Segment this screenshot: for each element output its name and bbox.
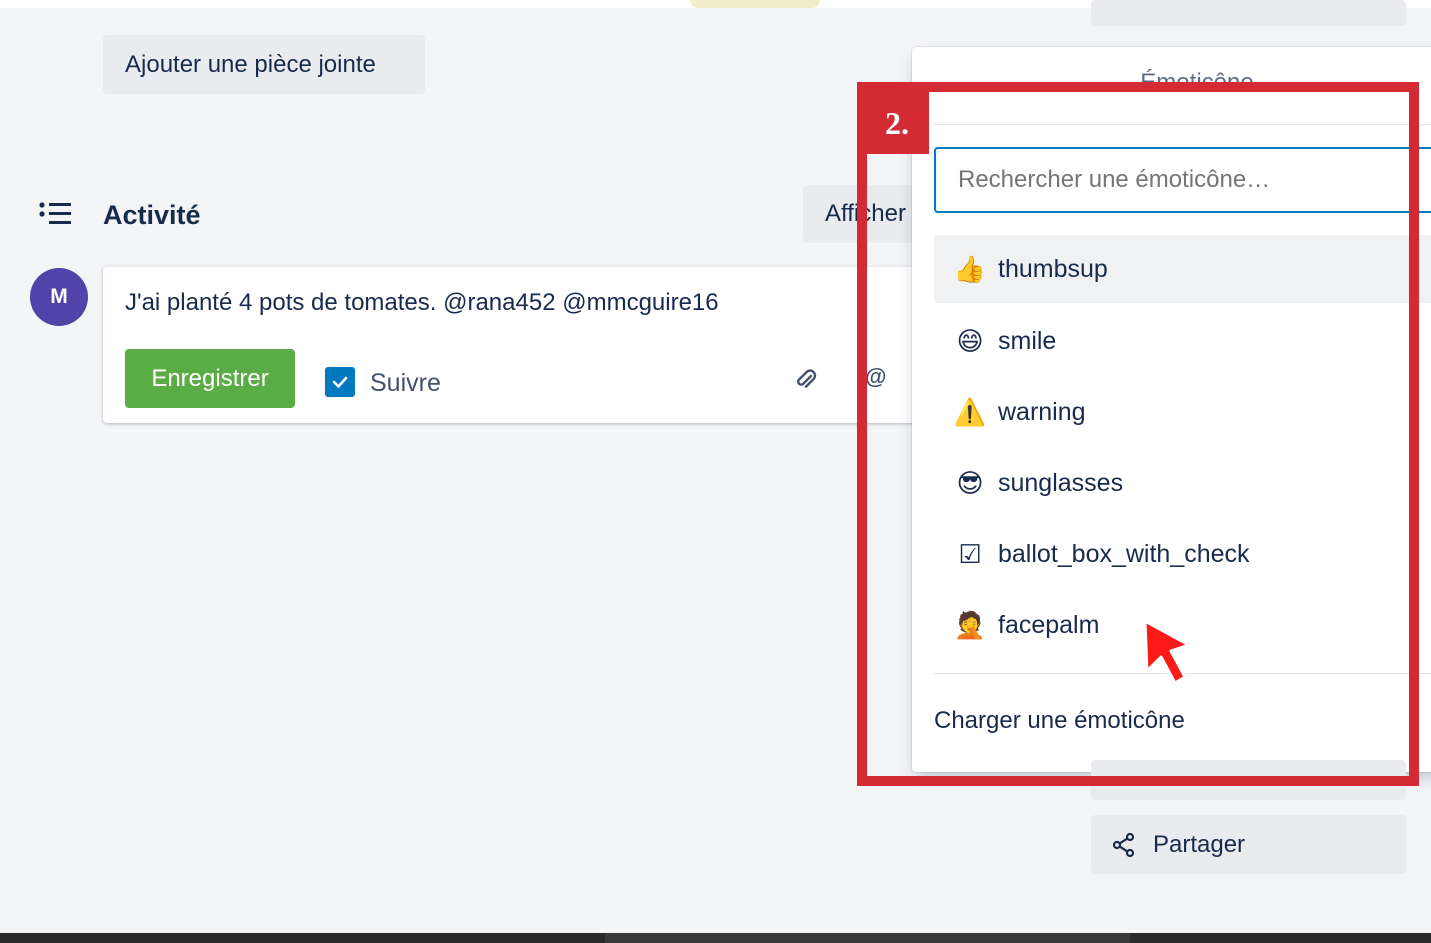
share-label: Partager [1153,830,1246,858]
activity-list-icon [39,202,71,224]
cursor-arrow-icon [1143,619,1191,685]
share-button[interactable]: Partager [1091,815,1406,874]
header-decoration [690,0,820,8]
bottom-bar-segment [605,933,1130,943]
check-icon [332,376,348,388]
follow-checkbox[interactable] [325,367,355,397]
paperclip-icon[interactable] [793,367,819,393]
avatar[interactable]: M [30,268,88,326]
comment-text[interactable]: J'ai planté 4 pots de tomates. @rana452 … [125,289,719,317]
bottom-bar [0,933,1431,943]
follow-label: Suivre [370,369,441,397]
sidebar-button-top[interactable] [1091,0,1406,26]
comment-editor[interactable]: J'ai planté 4 pots de tomates. @rana452 … [103,267,933,423]
annotation-step-label: 2. [865,92,929,154]
add-attachment-button[interactable]: Ajouter une pièce jointe [103,35,425,94]
activity-heading: Activité [103,200,201,230]
save-button[interactable]: Enregistrer [125,349,295,408]
share-icon [1112,832,1135,857]
